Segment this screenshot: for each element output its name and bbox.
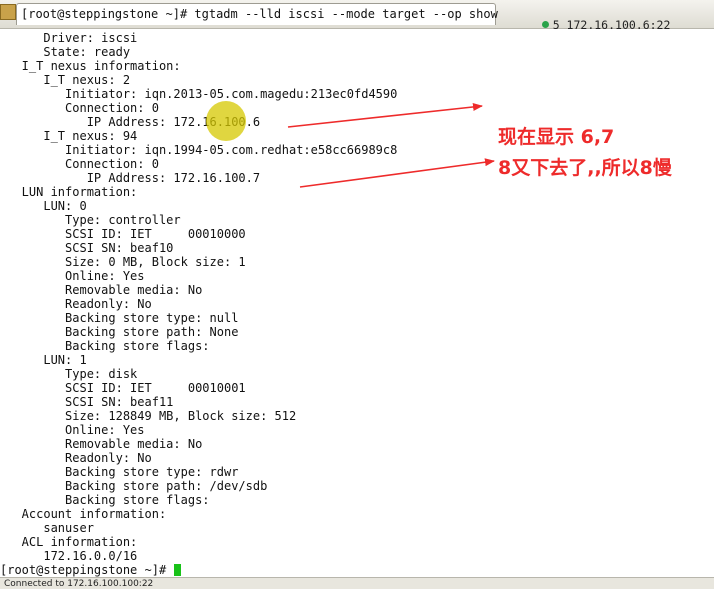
terminal-line: SCSI ID: IET 00010000 [0, 227, 246, 241]
title-bar: [root@steppingstone ~]# tgtadm --lld isc… [0, 0, 714, 32]
terminal-line: Type: controller [0, 213, 181, 227]
tab-active-session[interactable]: [root@steppingstone ~]# tgtadm --lld isc… [16, 3, 498, 25]
terminal-line: Backing store path: /dev/sdb [0, 479, 268, 493]
terminal-cursor [174, 564, 182, 576]
terminal-line: I_T nexus information: [0, 59, 181, 73]
terminal-line: Removable media: No [0, 283, 203, 297]
terminal-line: IP Address: 172.16.100.7 [0, 171, 261, 185]
terminal-line: LUN information: [0, 185, 138, 199]
terminal-menu-icon[interactable] [0, 4, 16, 20]
connection-status-icon [541, 21, 549, 28]
terminal-line: Size: 0 MB, Block size: 1 [0, 255, 246, 269]
terminal-line: Connection: 0 [0, 101, 159, 115]
terminal-line: Online: Yes [0, 423, 145, 437]
terminal-prompt-line[interactable]: [root@steppingstone ~]# [0, 563, 182, 577]
terminal-line: Online: Yes [0, 269, 145, 283]
terminal-line: Connection: 0 [0, 157, 159, 171]
terminal-line: State: ready [0, 45, 131, 59]
tab-session-5[interactable]: 5 172.16.100.6:22 [514, 4, 710, 32]
terminal-line: Backing store flags: [0, 493, 210, 507]
terminal-line: Account information: [0, 507, 167, 521]
terminal-line: Type: disk [0, 367, 138, 381]
terminal-line: ACL information: [0, 535, 138, 549]
terminal-line: I_T nexus: 94 [0, 129, 138, 143]
terminal-line: Readonly: No [0, 297, 152, 311]
terminal-line: Backing store flags: [0, 339, 210, 353]
terminal-line: I_T nexus: 2 [0, 73, 131, 87]
terminal-line: Backing store path: None [0, 325, 239, 339]
terminal-line: LUN: 1 [0, 353, 87, 367]
terminal-line: Initiator: iqn.1994-05.com.redhat:e58cc6… [0, 143, 398, 157]
terminal-line: SCSI SN: beaf11 [0, 395, 174, 409]
terminal-output[interactable]: Driver: iscsi State: ready I_T nexus inf… [0, 29, 714, 577]
terminal-line: LUN: 0 [0, 199, 87, 213]
terminal-line: 172.16.0.0/16 [0, 549, 138, 563]
terminal-line: Removable media: No [0, 437, 203, 451]
terminal-line: SCSI ID: IET 00010001 [0, 381, 246, 395]
status-bar: Connected to 172.16.100.100:22 [0, 577, 714, 589]
terminal-line: Initiator: iqn.2013-05.com.magedu:213ec0… [0, 87, 398, 101]
terminal-line: Driver: iscsi [0, 31, 138, 45]
tab-active-label: [root@steppingstone ~]# tgtadm --lld isc… [21, 7, 498, 21]
terminal-line: Backing store type: rdwr [0, 465, 239, 479]
terminal-line: Size: 128849 MB, Block size: 512 [0, 409, 297, 423]
terminal-line: Readonly: No [0, 451, 152, 465]
terminal-line: Backing store type: null [0, 311, 239, 325]
terminal-line: IP Address: 172.16.100.6 [0, 115, 261, 129]
terminal-line: SCSI SN: beaf10 [0, 241, 174, 255]
terminal-prompt: [root@steppingstone ~]# [0, 563, 174, 577]
terminal-line: sanuser [0, 521, 94, 535]
